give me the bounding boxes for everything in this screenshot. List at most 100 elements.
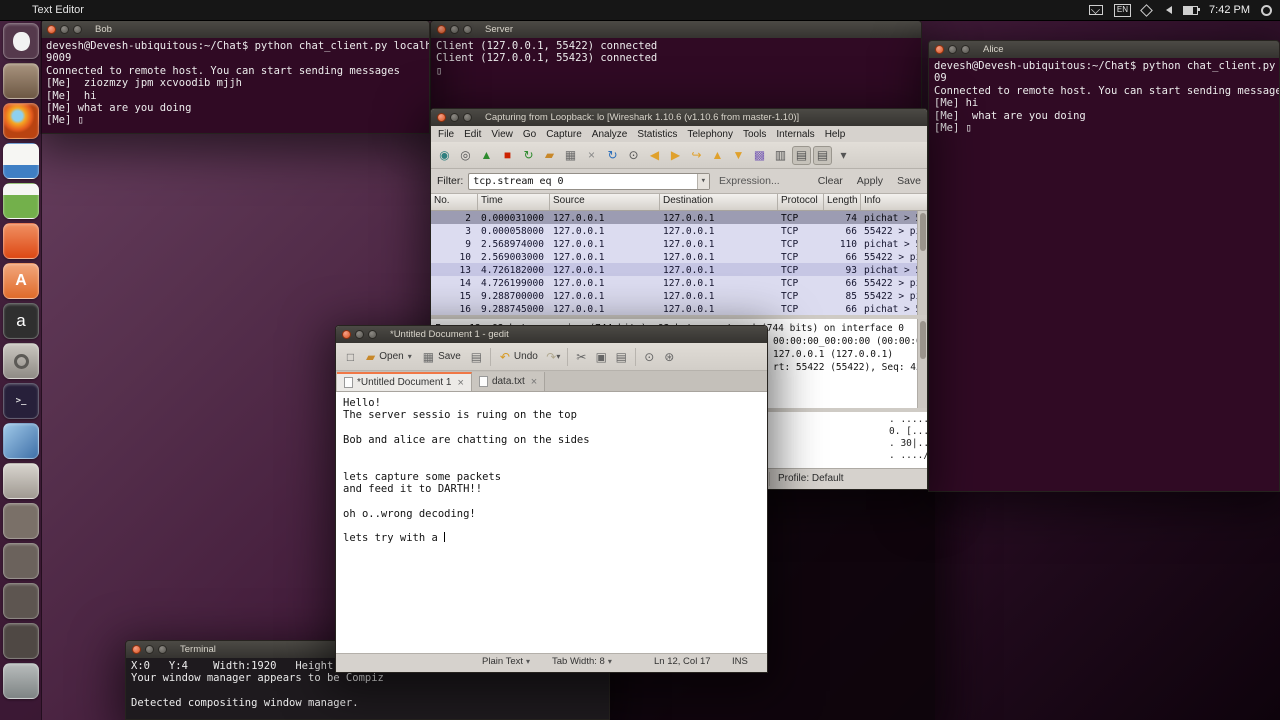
column-header-no[interactable]: No. [431, 194, 478, 210]
packet-row[interactable]: 2 0.000031000 127.0.0.1 127.0.0.1 TCP 74 picha… [431, 211, 927, 224]
titlebar-bob[interactable]: Bob [41, 21, 429, 38]
close-button[interactable] [132, 645, 141, 654]
close-tab-icon[interactable]: × [458, 377, 464, 389]
session-menu-gear-icon[interactable] [1261, 4, 1272, 16]
bob-terminal-output[interactable]: devesh@Devesh-ubiquitous:~/Chat$ python … [41, 38, 429, 133]
keyboard-indicator[interactable]: EN [1113, 3, 1132, 17]
column-header-length[interactable]: Length [824, 194, 861, 210]
launcher-app-1-icon[interactable] [3, 503, 39, 539]
menu-item-statistics[interactable]: Statistics [632, 129, 682, 140]
toolbar-overflow-icon[interactable]: ▾ [834, 146, 853, 165]
tab-data-txt[interactable]: data.txt × [471, 372, 546, 391]
redo-icon[interactable]: ↷ ▾ [544, 347, 563, 366]
column-header-info[interactable]: Info [861, 194, 927, 210]
scrollbar-thumb[interactable] [920, 321, 926, 359]
go-to-packet-icon[interactable]: ↪ [687, 146, 706, 165]
packet-list-view-icon[interactable]: ▤ [792, 145, 811, 165]
titlebar-alice[interactable]: Alice [929, 41, 1279, 58]
maximize-button[interactable] [961, 45, 970, 54]
menu-item-tools[interactable]: Tools [738, 129, 771, 140]
server-terminal-output[interactable]: Client (127.0.0.1, 55422) connected Clien… [431, 38, 921, 111]
packet-row[interactable]: 15 9.288700000 127.0.0.1 127.0.0.1 TCP 85 5542… [431, 289, 927, 302]
close-tab-icon[interactable]: × [531, 376, 537, 388]
list-interfaces-icon[interactable]: ◉ [435, 146, 454, 165]
go-back-icon[interactable]: ◀ [645, 146, 664, 165]
go-last-icon[interactable]: ▼ [729, 146, 748, 165]
maximize-button[interactable] [463, 25, 472, 34]
stop-capture-icon[interactable]: ■ [498, 146, 517, 165]
launcher-firefox-icon[interactable] [3, 103, 39, 139]
tab-untitled-document-1[interactable]: *Untitled Document 1 × [337, 372, 472, 391]
launcher-trash-icon[interactable] [3, 663, 39, 699]
copy-icon[interactable]: ▣ [592, 347, 611, 366]
tab-width-selector[interactable]: Tab Width: 8 ▾ [552, 656, 612, 667]
minimize-button[interactable] [355, 330, 364, 339]
launcher-gimp-icon[interactable] [3, 463, 39, 499]
menu-item-help[interactable]: Help [820, 129, 851, 140]
menu-item-go[interactable]: Go [518, 129, 541, 140]
close-button[interactable] [47, 25, 56, 34]
messaging-menu-icon[interactable] [1088, 5, 1103, 15]
bluetooth-icon[interactable] [1140, 3, 1153, 17]
apply-button[interactable]: Apply [857, 175, 883, 187]
packet-list[interactable]: 2 0.000031000 127.0.0.1 127.0.0.1 TCP 74 picha… [431, 211, 927, 315]
go-forward-icon[interactable]: ▶ [666, 146, 685, 165]
close-button[interactable] [437, 113, 446, 122]
editor-area[interactable]: Hello! The server sessio is ruing on the … [336, 392, 767, 653]
launcher-amazon-icon[interactable]: a [3, 303, 39, 339]
undo-button[interactable]: ↶ Undo [495, 349, 543, 365]
column-header-protocol[interactable]: Protocol [778, 194, 824, 210]
menu-item-edit[interactable]: Edit [459, 129, 486, 140]
save-button[interactable]: ▦ Save [418, 349, 466, 365]
maximize-button[interactable] [158, 645, 167, 654]
packet-row[interactable]: 14 4.726199000 127.0.0.1 127.0.0.1 TCP 66 5542… [431, 276, 927, 289]
chevron-down-icon[interactable]: ▾ [696, 173, 709, 189]
launcher-app-2-icon[interactable] [3, 543, 39, 579]
colorize-icon[interactable]: ▩ [750, 146, 769, 165]
cut-icon[interactable]: ✂ [572, 347, 591, 366]
menu-item-file[interactable]: File [433, 129, 459, 140]
maximize-button[interactable] [368, 330, 377, 339]
language-selector[interactable]: Plain Text ▾ [482, 656, 530, 667]
minimize-button[interactable] [948, 45, 957, 54]
packet-details-view-icon[interactable]: ▤ [813, 145, 832, 165]
menu-item-view[interactable]: View [486, 129, 518, 140]
scrollbar[interactable] [917, 211, 927, 315]
close-capture-icon[interactable]: × [582, 146, 601, 165]
launcher-libreoffice-writer-icon[interactable] [3, 143, 39, 179]
scrollbar-thumb[interactable] [920, 213, 926, 251]
find-packet-icon[interactable]: ⊙ [624, 146, 643, 165]
minimize-button[interactable] [60, 25, 69, 34]
launcher-libreoffice-calc-icon[interactable] [3, 183, 39, 219]
go-first-icon[interactable]: ▲ [708, 146, 727, 165]
restart-capture-icon[interactable]: ↻ [519, 146, 538, 165]
minimize-button[interactable] [450, 25, 459, 34]
column-header-destination[interactable]: Destination [660, 194, 778, 210]
launcher-software-center-icon[interactable]: A [3, 263, 39, 299]
titlebar-gedit[interactable]: *Untitled Document 1 - gedit [336, 326, 767, 343]
launcher-app-3-icon[interactable] [3, 583, 39, 619]
packet-row[interactable]: 9 2.568974000 127.0.0.1 127.0.0.1 TCP 110 pich… [431, 237, 927, 250]
save-filter-button[interactable]: Save [897, 175, 921, 187]
launcher-app-4-icon[interactable] [3, 623, 39, 659]
open-capture-icon[interactable]: ▰ [540, 146, 559, 165]
auto-scroll-icon[interactable]: ▥ [771, 146, 790, 165]
active-app-name[interactable]: Text Editor [32, 4, 84, 16]
close-button[interactable] [437, 25, 446, 34]
scrollbar[interactable] [917, 319, 927, 408]
paste-icon[interactable]: ▤ [612, 347, 631, 366]
minimize-button[interactable] [450, 113, 459, 122]
filter-input[interactable]: tcp.stream eq 0 ▾ [468, 172, 710, 190]
battery-icon[interactable] [1183, 5, 1201, 15]
clock[interactable]: 7:42 PM [1209, 4, 1250, 16]
launcher-ubuntu-one-icon[interactable] [3, 223, 39, 259]
open-button[interactable]: ▰ Open ▾ [361, 349, 417, 365]
launcher-apple-logo-icon[interactable] [3, 23, 39, 59]
launcher-terminal-icon[interactable]: >_ [3, 383, 39, 419]
close-button[interactable] [935, 45, 944, 54]
save-capture-icon[interactable]: ▦ [561, 146, 580, 165]
packet-row[interactable]: 16 9.288745000 127.0.0.1 127.0.0.1 TCP 66 pich… [431, 302, 927, 315]
titlebar-wireshark[interactable]: Capturing from Loopback: lo [Wireshark 1… [431, 109, 927, 126]
capture-options-icon[interactable]: ◎ [456, 146, 475, 165]
launcher-paint-app-icon[interactable] [3, 423, 39, 459]
